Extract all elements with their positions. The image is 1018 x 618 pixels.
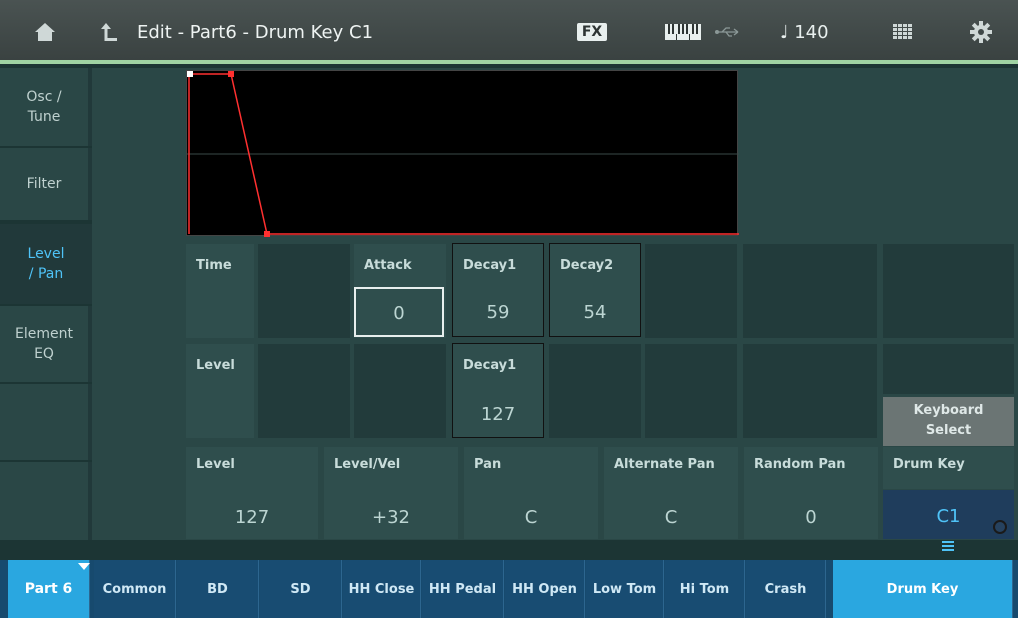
back-arrow-icon[interactable] [95, 0, 123, 64]
level-empty-cell-4 [645, 344, 737, 438]
time-empty-cell-3 [743, 244, 877, 338]
level-empty-cell-6 [883, 344, 1014, 394]
drum-key-label: Drum Key [893, 457, 965, 472]
attack-time-cell[interactable]: Attack 0 [354, 244, 446, 338]
dropdown-triangle-icon [78, 563, 90, 570]
pan-label: Pan [474, 457, 502, 472]
tab-bd[interactable]: BD [177, 560, 259, 618]
random-pan-value: 0 [805, 507, 817, 528]
drum-key-label-cell: Drum Key [883, 447, 1014, 489]
attack-label: Attack [364, 258, 412, 273]
gear-icon[interactable] [966, 0, 996, 64]
decay2-time-value: 54 [583, 302, 607, 323]
level-empty-cell-1 [258, 344, 350, 438]
level-empty-cell-5 [743, 344, 877, 438]
fx-button[interactable]: FX [575, 0, 609, 64]
top-bar: Edit - Part6 - Drum Key C1 FX ♩ 140 [0, 0, 1018, 64]
tempo-display[interactable]: ♩ 140 [780, 0, 829, 64]
tab-hh-open[interactable]: HH Open [505, 560, 585, 618]
alternate-pan-cell[interactable]: Alternate Pan C [604, 447, 738, 539]
tab-hh-pedal[interactable]: HH Pedal [422, 560, 504, 618]
pan-value: C [524, 507, 538, 528]
decay1-level-value: 127 [480, 404, 516, 425]
tab-sd[interactable]: SD [260, 560, 342, 618]
attack-time-selector[interactable]: 0 [354, 287, 444, 337]
decay2-time-cell[interactable]: Decay2 54 [549, 243, 641, 337]
tab-empty-2 [0, 462, 92, 540]
decay1-time-value: 59 [486, 302, 510, 323]
tab-drum-key[interactable]: Drum Key [833, 560, 1013, 618]
tab-element-eq[interactable]: Element EQ [0, 306, 92, 382]
level-row-label-cell: Level [186, 344, 254, 438]
decay1-level-label: Decay1 [463, 358, 517, 373]
level-vel-cell[interactable]: Level/Vel +32 [324, 447, 458, 539]
tab-hh-close[interactable]: HH Close [343, 560, 421, 618]
knob-indicator-icon [993, 520, 1007, 534]
random-pan-label: Random Pan [754, 457, 846, 472]
time-empty-cell-2 [645, 244, 737, 338]
left-tab-column: Osc / Tune Filter Level / Pan Element EQ [0, 68, 92, 540]
decay2-time-label: Decay2 [560, 258, 614, 273]
tab-filter[interactable]: Filter [0, 148, 92, 220]
envelope-graph[interactable] [186, 70, 739, 237]
keyboard-icon[interactable] [660, 0, 706, 64]
level-empty-cell-2 [354, 344, 446, 438]
tab-level-pan[interactable]: Level / Pan [0, 224, 92, 304]
time-empty-cell [258, 244, 350, 338]
pan-cell[interactable]: Pan C [464, 447, 598, 539]
alternate-pan-label: Alternate Pan [614, 457, 715, 472]
tab-common[interactable]: Common [94, 560, 176, 618]
home-icon[interactable] [28, 0, 62, 64]
random-pan-cell[interactable]: Random Pan 0 [744, 447, 878, 539]
level-vel-label: Level/Vel [334, 457, 401, 472]
tab-crash[interactable]: Crash [746, 560, 826, 618]
level-label: Level [196, 457, 235, 472]
tab-hi-tom[interactable]: Hi Tom [665, 560, 745, 618]
level-vel-value: +32 [372, 507, 410, 528]
decay1-level-cell[interactable]: Decay1 127 [452, 343, 544, 438]
menu-lines-icon [942, 541, 954, 553]
keyboard-select-button[interactable]: Keyboard Select [883, 397, 1014, 446]
level-value: 127 [234, 507, 270, 528]
level-row-label: Level [196, 358, 235, 373]
usb-icon [710, 0, 746, 64]
tab-empty-1 [0, 384, 92, 460]
level-cell[interactable]: Level 127 [186, 447, 318, 539]
time-row-label-cell: Time [186, 244, 254, 338]
alternate-pan-value: C [664, 507, 678, 528]
tab-low-tom[interactable]: Low Tom [586, 560, 664, 618]
tab-osc-tune[interactable]: Osc / Tune [0, 68, 92, 146]
time-empty-cell-4 [883, 244, 1014, 338]
level-empty-cell-3 [549, 344, 641, 438]
fx-label: FX [576, 23, 608, 41]
decay1-time-label: Decay1 [463, 258, 517, 273]
page-title: Edit - Part6 - Drum Key C1 [137, 21, 374, 43]
attack-time-value: 0 [393, 303, 405, 324]
decay1-time-cell[interactable]: Decay1 59 [452, 243, 544, 337]
grid-icon[interactable] [888, 0, 918, 64]
time-label: Time [196, 258, 232, 273]
